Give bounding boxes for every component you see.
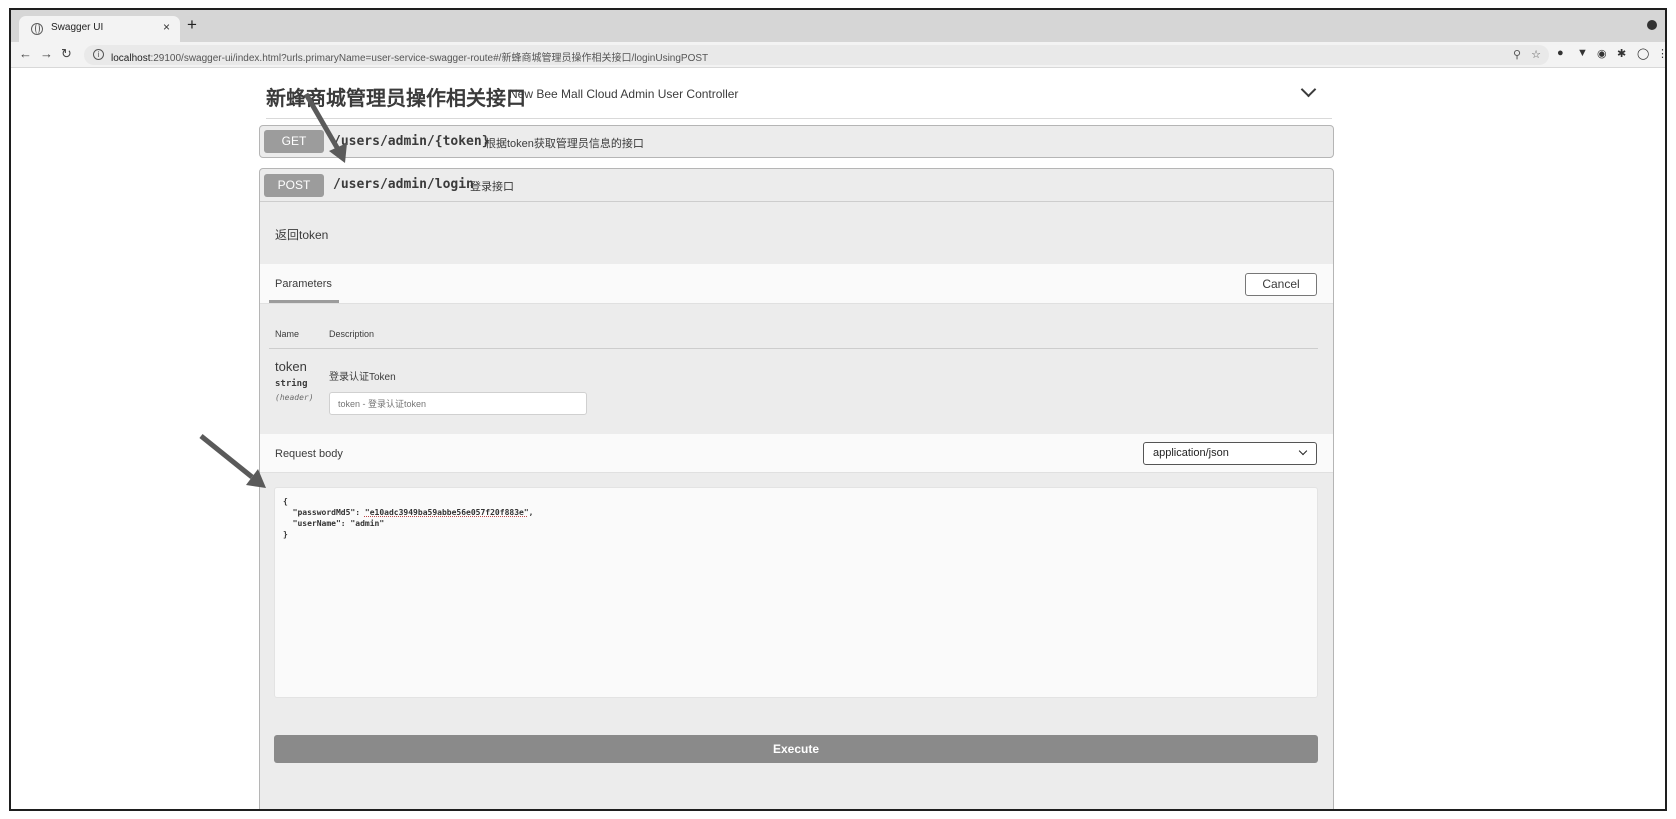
extension-icon-2[interactable]: ▼	[1577, 47, 1588, 59]
tab-title: Swagger UI	[51, 22, 104, 33]
tab-active-underline	[269, 300, 339, 303]
menu-icon[interactable]: ⋮	[1657, 47, 1665, 60]
operation-summary: 登录接口	[470, 181, 514, 193]
browser-tab[interactable]: Swagger UI ×	[19, 16, 180, 42]
column-header-description: Description	[329, 329, 375, 339]
operation-post-summary[interactable]: POST /users/admin/login 登录接口	[260, 169, 1333, 202]
operation-path: /users/admin/login	[333, 177, 474, 192]
annotation-arrow-icon	[303, 92, 347, 163]
close-tab-icon[interactable]: ×	[163, 20, 170, 34]
operation-get[interactable]: GET /users/admin/{token} 根据token获取管理员信息的…	[259, 125, 1334, 158]
new-tab-button[interactable]: +	[187, 15, 197, 35]
record-icon[interactable]	[1647, 20, 1657, 30]
column-header-name: Name	[275, 329, 300, 339]
puzzle-icon[interactable]: ✱	[1617, 47, 1626, 60]
request-body-bar: Request body application/json	[260, 434, 1333, 473]
section-subtitle: New Bee Mall Cloud Admin User Controller	[509, 87, 739, 101]
annotation-arrow-icon	[199, 434, 266, 488]
profile-icon[interactable]: ◯	[1637, 47, 1649, 60]
param-location: (header)	[275, 393, 314, 402]
request-body-label: Request body	[275, 448, 343, 460]
tab-parameters[interactable]: Parameters	[275, 278, 332, 290]
divider	[269, 348, 1318, 349]
browser-window: Swagger UI × + ← → ↻ i localhost:29100/s…	[9, 8, 1667, 811]
token-input[interactable]	[329, 392, 587, 415]
content-type-value: application/json	[1153, 447, 1229, 459]
chevron-down-icon[interactable]	[1300, 81, 1317, 98]
operation-description: 返回token	[275, 228, 329, 242]
address-bar-row: ← → ↻ i localhost:29100/swagger-ui/index…	[11, 42, 1665, 68]
extension-icon-3[interactable]: ◉	[1597, 47, 1607, 60]
address-bar[interactable]: i localhost:29100/swagger-ui/index.html?…	[84, 45, 1549, 65]
param-description: 登录认证Token	[329, 372, 396, 383]
url-text[interactable]: localhost:29100/swagger-ui/index.html?ur…	[111, 49, 708, 64]
globe-icon	[31, 23, 43, 35]
section-header[interactable]: 新蜂商城管理员操作相关接口 New Bee Mall Cloud Admin U…	[266, 69, 1332, 119]
zoom-icon[interactable]: ⚲	[1513, 48, 1521, 61]
chevron-down-icon	[1298, 446, 1308, 456]
swagger-page: 新蜂商城管理员操作相关接口 New Bee Mall Cloud Admin U…	[11, 69, 1665, 809]
bookmark-star-icon[interactable]: ☆	[1531, 48, 1541, 61]
cancel-button[interactable]: Cancel	[1245, 273, 1317, 296]
site-info-icon[interactable]: i	[93, 49, 104, 60]
operation-summary: 根据token获取管理员信息的接口	[485, 138, 644, 150]
operation-post: POST /users/admin/login 登录接口 返回token Par…	[259, 168, 1334, 809]
back-icon[interactable]: ←	[19, 46, 32, 61]
method-badge-post: POST	[264, 174, 324, 197]
request-body-editor[interactable]: { "passwordMd5": "e10adc3949ba59abbe56e0…	[274, 487, 1318, 698]
execute-button[interactable]: Execute	[274, 735, 1318, 763]
param-type: string	[275, 379, 308, 389]
extension-icon-1[interactable]: ●	[1557, 47, 1564, 59]
tab-strip: Swagger UI × +	[11, 10, 1665, 42]
param-name: token	[275, 359, 307, 374]
reload-icon[interactable]: ↻	[61, 46, 72, 62]
parameters-bar: Parameters Cancel	[260, 264, 1333, 304]
forward-icon[interactable]: →	[40, 46, 53, 61]
content-type-select[interactable]: application/json	[1143, 442, 1317, 465]
